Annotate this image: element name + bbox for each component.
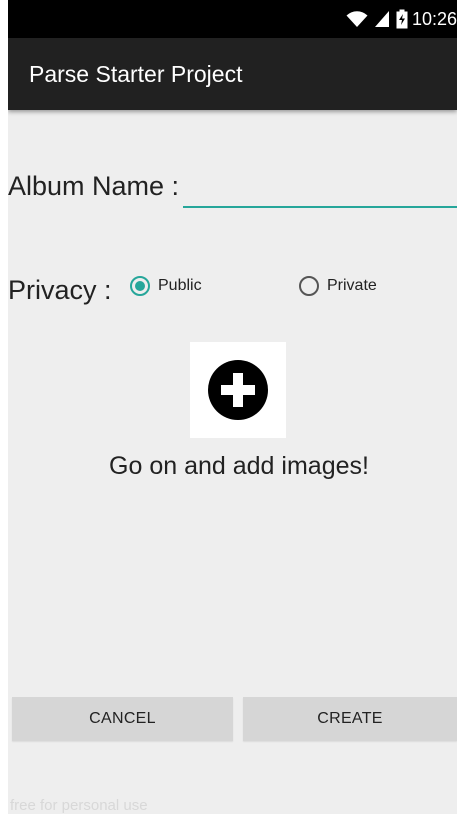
- watermark-text: free for personal use: [10, 797, 148, 814]
- add-images-button[interactable]: [190, 342, 286, 438]
- add-images-hint: Go on and add images!: [109, 452, 369, 480]
- privacy-label: Privacy :: [8, 274, 112, 305]
- add-circle-icon: [208, 360, 268, 420]
- create-button[interactable]: CREATE: [243, 697, 457, 741]
- privacy-row: Privacy : Public Private: [8, 270, 457, 310]
- battery-charging-icon: [396, 9, 408, 29]
- app-title: Parse Starter Project: [29, 60, 243, 87]
- privacy-private-radio[interactable]: Private: [299, 276, 377, 296]
- album-name-input[interactable]: [183, 170, 457, 208]
- left-edge: [0, 0, 8, 814]
- wifi-icon: [346, 11, 368, 27]
- radio-checked-icon: [130, 276, 150, 296]
- app-bar: Parse Starter Project: [8, 38, 457, 110]
- privacy-public-label: Public: [158, 277, 202, 294]
- cancel-button[interactable]: CANCEL: [12, 697, 233, 741]
- status-bar: 10:26: [8, 0, 457, 38]
- album-name-row: Album Name :: [8, 162, 457, 208]
- status-icons: [346, 9, 408, 29]
- privacy-private-label: Private: [327, 277, 377, 294]
- radio-unchecked-icon: [299, 276, 319, 296]
- app-screen: 10:26 Parse Starter Project Album Name :…: [0, 0, 457, 814]
- status-time: 10:26: [411, 8, 457, 29]
- privacy-public-radio[interactable]: Public: [130, 276, 202, 296]
- signal-icon: [374, 11, 389, 27]
- album-name-label: Album Name :: [8, 171, 180, 201]
